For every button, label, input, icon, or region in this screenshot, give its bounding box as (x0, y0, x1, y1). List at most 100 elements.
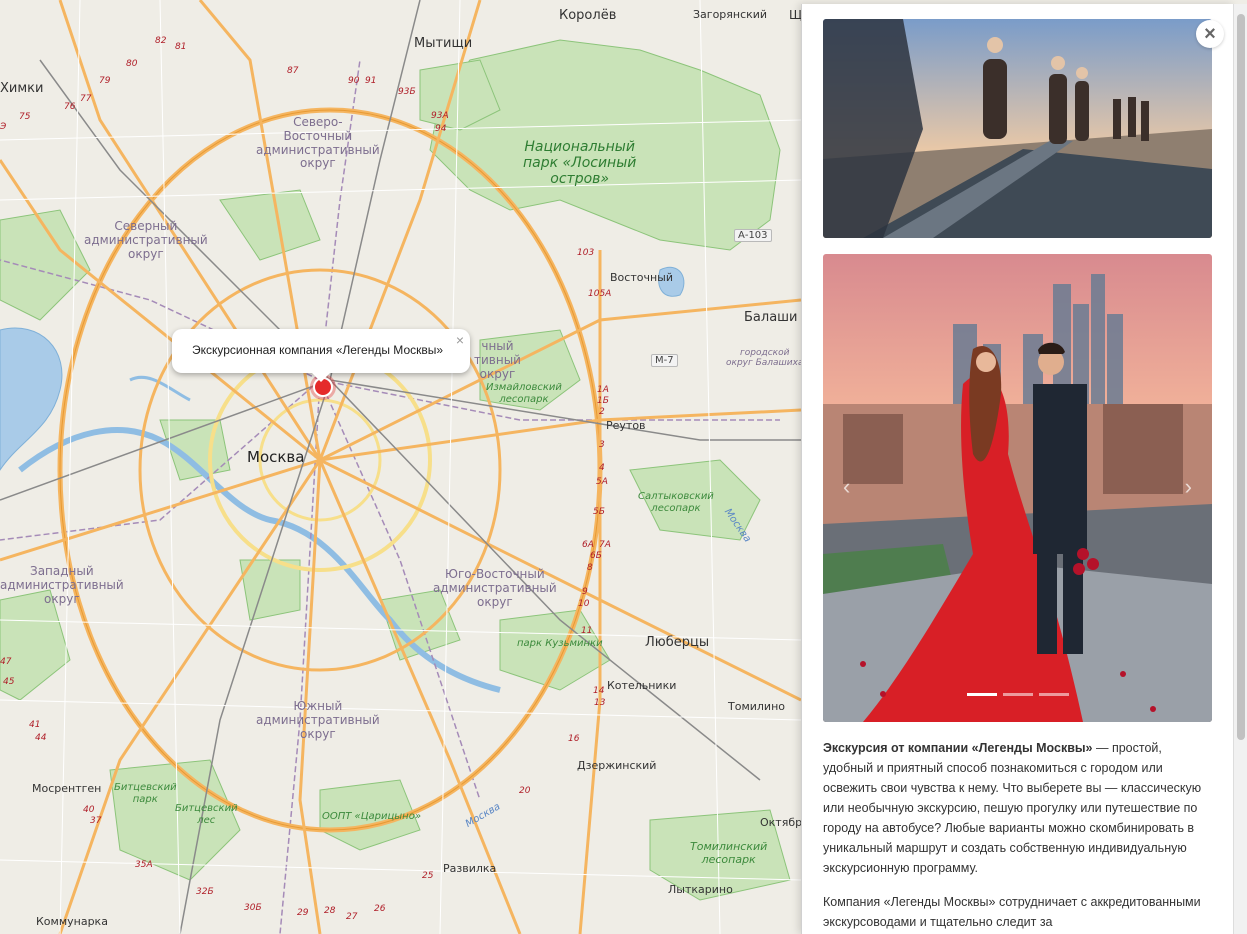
city-label: Лыткарино (668, 883, 733, 896)
km-marker: 90 (348, 76, 360, 86)
km-marker: 5А (596, 477, 608, 487)
km-marker: 28 (324, 906, 336, 916)
km-marker: 93А (431, 111, 449, 121)
city-label: Восточный (610, 271, 673, 284)
km-marker: 37 (90, 816, 102, 826)
km-marker: 20 (519, 786, 531, 796)
km-marker: 5Б (593, 507, 605, 517)
km-marker: 35А (135, 860, 153, 870)
city-label: Химки (0, 81, 44, 96)
city-label: Загорянский (693, 8, 768, 21)
slider-prev-icon[interactable]: ‹ (843, 474, 850, 500)
city-label: Мосрентген (32, 782, 102, 795)
km-marker: 94 (435, 124, 447, 134)
slider-dot[interactable] (1039, 693, 1069, 696)
district-label: Юго-Восточный административный округ (433, 567, 557, 609)
slider-next-icon[interactable]: › (1185, 474, 1192, 500)
popup-title: Экскурсионная компания «Легенды Москвы» (192, 343, 444, 357)
km-marker: 76 (64, 102, 76, 112)
km-marker: 29 (297, 908, 309, 918)
road-shield: М-7 (651, 354, 678, 367)
park-label: Битцевский лес (175, 803, 238, 826)
city-label-moscow: Москва (247, 448, 305, 466)
district-label: Северный административный округ (84, 219, 208, 261)
city-label: Котельники (607, 679, 677, 692)
km-marker: 75 (19, 112, 31, 122)
description-text: — простой, удобный и приятный способ поз… (823, 741, 1202, 875)
scrollbar-thumb[interactable] (1237, 14, 1245, 740)
slider-dot[interactable] (1003, 693, 1033, 696)
city-label: Люберцы (645, 635, 710, 650)
park-label: Салтыковский лесопарк (638, 491, 714, 514)
park-label: Измайловский лесопарк (486, 382, 562, 405)
park-label: парк Кузьминки (517, 638, 603, 649)
description-highlight: Экскурсия от компании «Легенды Москвы» (823, 741, 1093, 755)
km-marker: 6А (582, 540, 594, 550)
park-label: ООПТ «Царицыно» (322, 811, 421, 822)
km-marker: 32Б (196, 887, 214, 897)
city-label: Королёв (559, 8, 617, 23)
city-label: Томилино (728, 700, 785, 713)
km-marker: 13 (594, 698, 606, 708)
km-marker: 14 (593, 686, 605, 696)
popup-close-icon[interactable]: × (456, 332, 464, 348)
km-marker: 79 (99, 76, 111, 86)
km-marker: 47 (0, 657, 12, 667)
km-marker: 27 (346, 912, 358, 922)
city-label: Реутов (606, 419, 646, 432)
km-marker: 11 (581, 626, 593, 636)
km-marker: 6Б (590, 551, 602, 561)
district-label: Северо- Восточный административный округ (256, 115, 380, 171)
description-paragraph-2: Компания «Легенды Москвы» сотрудничает с… (823, 895, 1201, 929)
panel-close-icon[interactable]: × (1196, 20, 1224, 48)
km-marker: 81 (175, 42, 187, 52)
info-panel: ‹ › Экскурсия от компании «Легенды Москв… (801, 4, 1234, 934)
city-label: Коммунарка (36, 915, 108, 928)
rooftop-tour-photo (823, 19, 1212, 238)
park-kuzminki (499, 609, 611, 691)
park-label: Битцевский парк (114, 782, 177, 805)
park-label: Национальный парк «Лосиный остров» (523, 139, 637, 188)
km-marker: 16 (568, 734, 580, 744)
city-label: Развилка (443, 862, 497, 875)
park-label: Томилинский лесопарк (690, 840, 768, 866)
slider-dot[interactable] (967, 693, 997, 696)
km-marker: 93Б (398, 87, 416, 97)
couple-photo-slider[interactable]: ‹ › (823, 254, 1212, 722)
km-marker: 77 (80, 94, 92, 104)
km-marker: 25 (422, 871, 434, 881)
km-marker: 41 (29, 720, 41, 730)
km-marker: 9 (582, 587, 588, 597)
km-marker: Э (0, 122, 7, 132)
km-marker: 30Б (244, 903, 262, 913)
km-marker: 45 (3, 677, 15, 687)
district-label: Южный административный округ (256, 699, 380, 741)
km-marker: 8 (587, 563, 593, 573)
district-label: городской округ Балашиха (726, 348, 804, 369)
km-marker: 4 (599, 463, 605, 473)
km-marker: 105А (588, 289, 612, 299)
panel-scrollbar[interactable] (1233, 4, 1247, 934)
km-marker: 3 (599, 440, 605, 450)
map-popup: Экскурсионная компания «Легенды Москвы» … (172, 329, 470, 382)
city-label: Дзержинский (577, 759, 657, 772)
company-description: Экскурсия от компании «Легенды Москвы» —… (823, 738, 1215, 934)
road-shield: А-103 (734, 229, 772, 242)
description-paragraph-1: Экскурсия от компании «Легенды Москвы» —… (823, 738, 1215, 878)
km-marker: 1Б (597, 396, 609, 406)
km-marker: 26 (374, 904, 386, 914)
km-marker: 44 (35, 733, 47, 743)
km-marker: 87 (287, 66, 299, 76)
slider-indicators (967, 693, 1069, 696)
city-label: Мытищи (414, 36, 473, 51)
district-label: ЧНЫЙ ТИВНЫЙ ОКРУГ (474, 339, 521, 381)
km-marker: 82 (155, 36, 167, 46)
km-marker: 7А (599, 540, 611, 550)
km-marker: 40 (83, 805, 95, 815)
city-label: Балаши (744, 310, 798, 325)
km-marker: 80 (126, 59, 138, 69)
district-label: Западный административный округ (0, 564, 124, 606)
km-marker: 10 (578, 599, 590, 609)
km-marker: 1А (597, 385, 609, 395)
km-marker: 103 (577, 248, 595, 258)
